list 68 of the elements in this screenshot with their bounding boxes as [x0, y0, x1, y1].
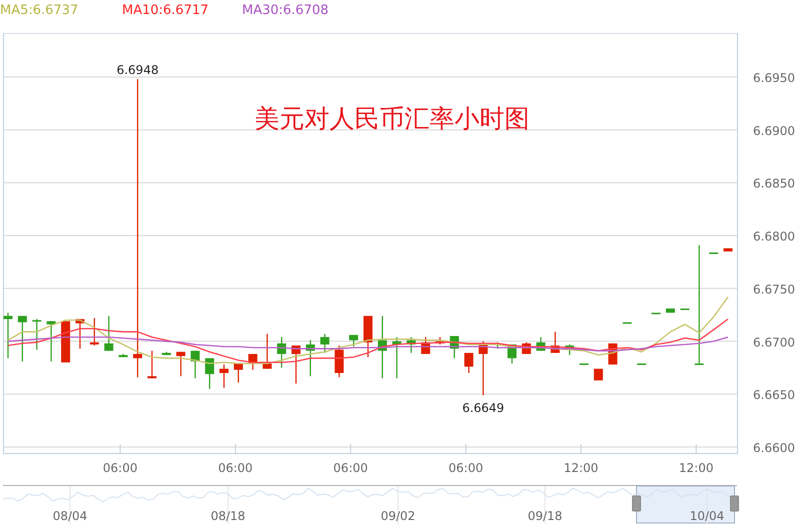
- candlestick: [46, 321, 56, 362]
- x-axis-label: 06:00: [218, 461, 253, 475]
- legend-label: MA30:6.6708: [242, 3, 329, 18]
- y-axis-label: 6.6600: [753, 441, 795, 455]
- candlestick: [104, 316, 114, 351]
- candlestick: [450, 336, 459, 358]
- y-axis-label: 6.6900: [753, 124, 795, 138]
- candlestick: [565, 344, 574, 356]
- candlestick: [436, 337, 444, 344]
- candlestick: [176, 352, 186, 376]
- x-axis-label: 06:00: [448, 461, 484, 475]
- candlestick: [148, 350, 156, 378]
- candlestick: [292, 346, 300, 384]
- candlestick: [550, 332, 560, 353]
- legend-label: MA10:6.6717: [122, 3, 209, 18]
- x-axis-label: 12:00: [678, 461, 714, 475]
- legend-label: MA5:6.6737: [0, 3, 78, 18]
- candlestick: [508, 344, 516, 364]
- navigator-date-label: 08/18: [210, 509, 246, 523]
- candlestick: [190, 350, 200, 378]
- navigator-date-label: 10/04: [690, 509, 724, 523]
- chart-title: 美元对人民币汇率小时图: [254, 105, 530, 133]
- navigator-date-label: 08/04: [52, 509, 88, 523]
- range-selector[interactable]: [636, 486, 735, 524]
- y-axis-label: 6.6650: [753, 388, 795, 402]
- candlestick: [392, 337, 402, 378]
- price-annotation: 6.6948: [116, 63, 159, 78]
- candlestick: [622, 322, 632, 324]
- candlestick: [378, 316, 387, 378]
- range-handle[interactable]: [730, 496, 739, 512]
- candlestick: [364, 316, 372, 358]
- candlestick: [464, 352, 474, 373]
- candlestick: [536, 337, 546, 351]
- y-axis-label: 6.6800: [753, 230, 795, 244]
- candlestick: [277, 337, 286, 368]
- candlestick: [334, 346, 344, 378]
- navigator-date-label: 09/18: [528, 509, 562, 523]
- y-axis-label: 6.6850: [753, 176, 795, 191]
- candlestick: [248, 354, 258, 370]
- candlestick: [262, 334, 272, 369]
- navigator-date-label: 09/02: [380, 509, 416, 523]
- candlestick: [32, 319, 42, 350]
- candlestick: [478, 341, 488, 396]
- candlestick: [118, 354, 128, 358]
- candlestick: [234, 363, 243, 383]
- candlestick: [76, 319, 84, 349]
- candlestick: [580, 363, 588, 365]
- candlestick: [4, 312, 12, 358]
- x-axis-label: 12:00: [564, 461, 598, 475]
- candlestick: [421, 337, 430, 354]
- y-axis-label: 6.6700: [753, 335, 795, 350]
- candlestick: [162, 352, 171, 356]
- candlestick: [306, 340, 315, 376]
- candlestick: [637, 363, 646, 365]
- candlestick: [90, 318, 99, 346]
- y-axis-label: 6.6750: [753, 282, 795, 296]
- candlestick: [220, 364, 228, 388]
- x-axis-label: 06:00: [333, 461, 368, 475]
- candlestick: [205, 358, 214, 389]
- candlestick: [349, 334, 358, 347]
- candlestick: [320, 334, 330, 353]
- candlestick: [18, 316, 27, 362]
- x-axis-label: 06:00: [102, 461, 138, 475]
- y-axis-label: 6.6950: [753, 71, 795, 85]
- candlestick: [61, 321, 70, 362]
- range-handle[interactable]: [632, 496, 641, 512]
- price-annotation: 6.6649: [462, 401, 504, 416]
- candlestick: [406, 337, 416, 353]
